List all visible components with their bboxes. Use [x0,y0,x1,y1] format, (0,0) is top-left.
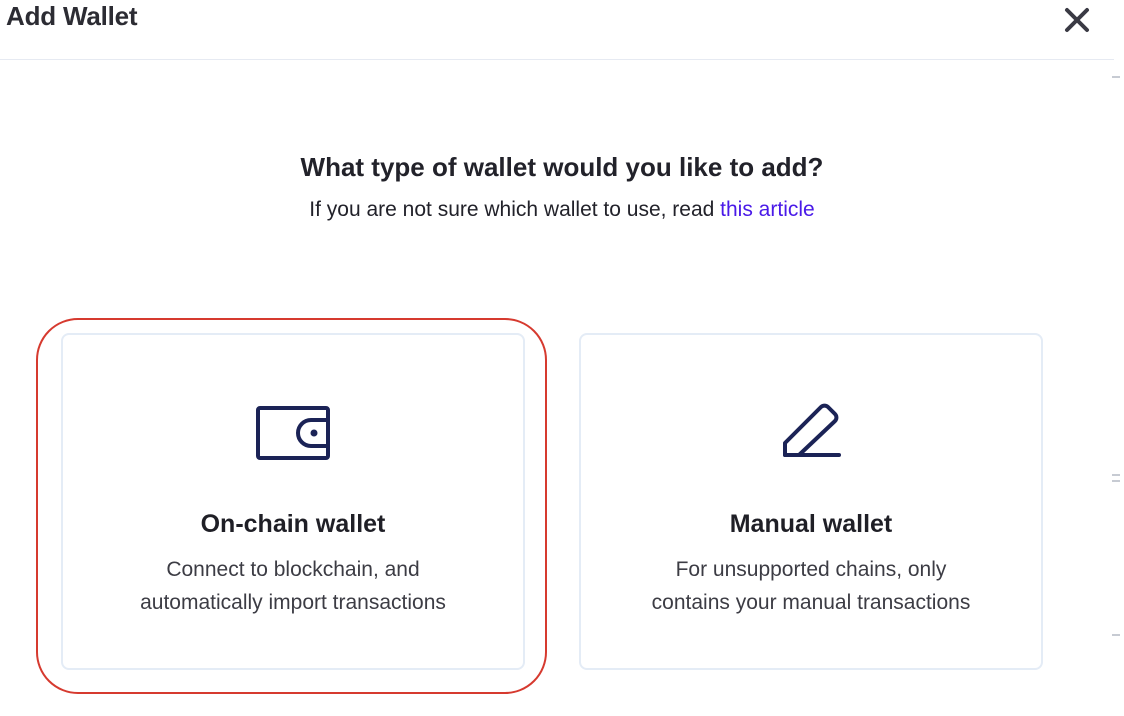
dialog-header: Add Wallet [0,0,1114,60]
add-wallet-dialog: Add Wallet What type of wallet would you… [0,0,1124,716]
dialog-title: Add Wallet [6,1,138,31]
help-text-prefix: If you are not sure which wallet to use,… [309,198,721,221]
scroll-tick [1112,480,1120,482]
manual-wallet-description: For unsupported chains, only contains yo… [581,553,1041,619]
pencil-icon [771,393,851,473]
description-line: For unsupported chains, only [675,558,947,581]
wallet-help-text: If you are not sure which wallet to use,… [0,198,1124,222]
manual-wallet-title: Manual wallet [729,510,893,538]
description-line: contains your manual transactions [651,591,971,614]
on-chain-wallet-description: Connect to blockchain, and automatically… [63,553,523,619]
manual-wallet-card[interactable]: Manual wallet For unsupported chains, on… [579,333,1043,670]
close-button[interactable] [1060,3,1094,37]
close-icon [1065,8,1089,32]
description-line: automatically import transactions [140,591,446,614]
wallet-type-question: What type of wallet would you like to ad… [300,152,824,182]
description-line: Connect to blockchain, and [166,558,420,581]
on-chain-wallet-card[interactable]: On-chain wallet Connect to blockchain, a… [61,333,525,670]
scroll-tick [1112,634,1120,636]
scroll-tick [1112,76,1120,78]
scroll-tick [1112,474,1120,476]
this-article-link[interactable]: this article [720,198,815,221]
on-chain-wallet-title: On-chain wallet [200,510,386,538]
wallet-icon [253,393,333,473]
